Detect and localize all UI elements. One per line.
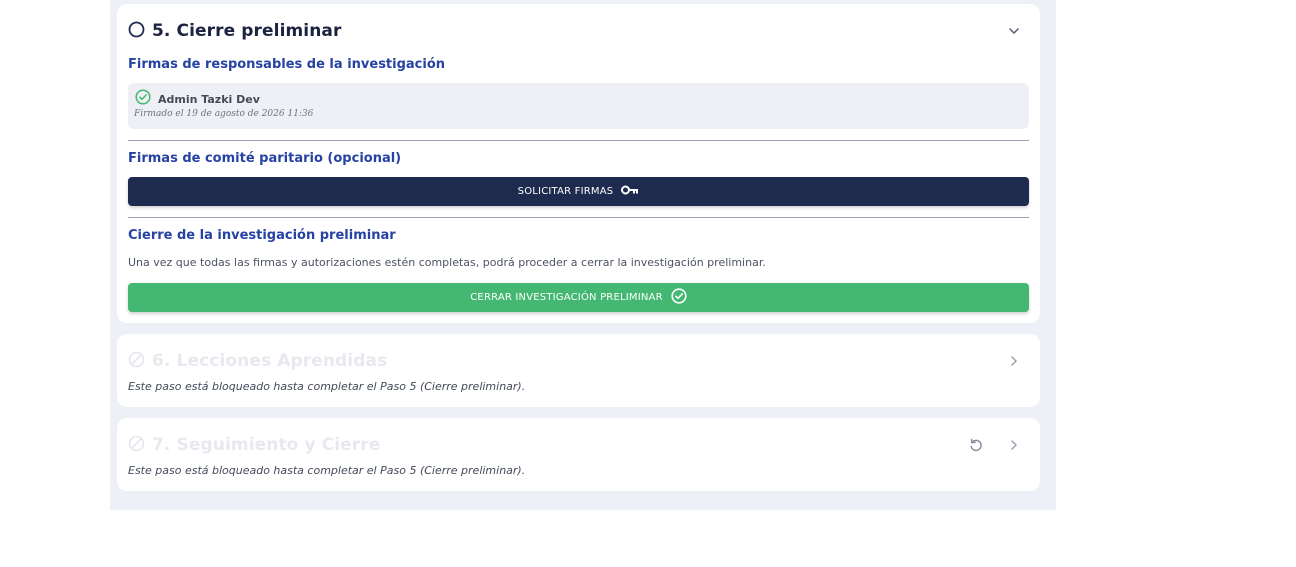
key-icon [621, 185, 639, 198]
chevron-right-icon[interactable] [1004, 351, 1024, 371]
check-circle-icon [135, 89, 151, 109]
close-investigation-button[interactable]: CERRAR INVESTIGACIÓN PRELIMINAR [128, 283, 1029, 312]
chevron-down-icon[interactable] [1004, 21, 1024, 41]
cierre-description: Una vez que todas las firmas y autorizac… [128, 256, 766, 269]
step-6-title: 6. Lecciones Aprendidas [152, 351, 388, 371]
step-6-card: 6. Lecciones Aprendidas Este paso está b… [117, 334, 1040, 407]
signer-name: Admin Tazki Dev [158, 92, 260, 106]
close-investigation-label: CERRAR INVESTIGACIÓN PRELIMINAR [470, 292, 663, 303]
step-6-header[interactable]: 6. Lecciones Aprendidas [128, 346, 1024, 376]
divider [128, 140, 1029, 141]
request-signatures-button[interactable]: SOLICITAR FIRMAS [128, 177, 1029, 206]
chevron-right-icon[interactable] [1004, 435, 1024, 455]
step-5-title: 5. Cierre preliminar [152, 21, 342, 41]
step-7-header[interactable]: 7. Seguimiento y Cierre [128, 430, 1024, 460]
step-6-locked-message: Este paso está bloqueado hasta completar… [128, 380, 526, 393]
step-5-card: 5. Cierre preliminar Firmas de responsab… [117, 4, 1040, 323]
request-signatures-label: SOLICITAR FIRMAS [517, 186, 614, 197]
step-5-header[interactable]: 5. Cierre preliminar [128, 16, 1024, 46]
undo-icon[interactable] [966, 435, 986, 455]
comite-section-title: Firmas de comité paritario (opcional) [128, 151, 402, 166]
blocked-circle-icon [128, 351, 145, 372]
responsables-section-title: Firmas de responsables de la investigaci… [128, 57, 446, 72]
blocked-circle-icon [128, 435, 145, 456]
step-7-title: 7. Seguimiento y Cierre [152, 435, 381, 455]
signer-date: Firmado el 19 de agosto de 2026 11:36 [134, 109, 314, 119]
divider [128, 217, 1029, 218]
check-circle-icon [671, 288, 687, 307]
step-7-card: 7. Seguimiento y Cierre Este paso está b… [117, 418, 1040, 491]
circle-outline-icon [128, 21, 145, 42]
cierre-section-title: Cierre de la investigación preliminar [128, 228, 396, 243]
step-7-locked-message: Este paso está bloqueado hasta completar… [128, 464, 526, 477]
signer-card: Admin Tazki Dev Firmado el 19 de agosto … [128, 83, 1029, 129]
